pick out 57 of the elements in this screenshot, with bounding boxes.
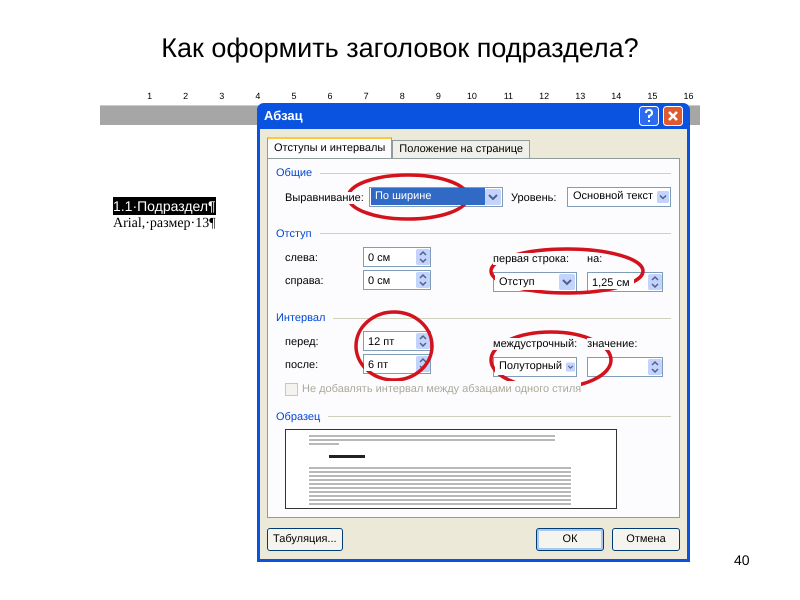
dropdown-field[interactable]: Отступ [493, 272, 577, 292]
ruler-number: 11 [502, 92, 514, 101]
ruler-number: 3 [218, 92, 224, 101]
dialog-title: Абзац [264, 107, 304, 126]
spinner-icon[interactable] [648, 358, 662, 374]
ruler-number: 2 [182, 92, 188, 101]
ruler-number: 8 [398, 92, 405, 101]
section-heading: Образец [276, 410, 320, 424]
ruler-number: 10 [466, 92, 477, 101]
chevron-down-icon[interactable] [657, 188, 669, 204]
page-number: 40 [734, 551, 750, 570]
dropdown-field[interactable]: Основной текст [567, 186, 671, 206]
ruler-number: 13 [574, 92, 586, 101]
ruler-number: 6 [326, 92, 333, 101]
document-line: Arial,·размер·13¶ [113, 215, 216, 233]
chevron-down-icon[interactable] [559, 274, 575, 290]
dialog-button[interactable]: ОК [536, 528, 604, 551]
field-label: междустрочный: [493, 338, 578, 350]
dropdown-field[interactable]: Полуторный [493, 356, 577, 376]
spinner-icon[interactable] [648, 274, 662, 290]
dialog-button[interactable]: Отмена [612, 528, 680, 551]
section-heading: Отступ [276, 226, 312, 242]
tab[interactable]: Положение на странице [392, 140, 530, 158]
spin-field[interactable]: 1,25 см [587, 272, 663, 292]
tab[interactable]: Отступы и интервалы [267, 137, 392, 158]
field-label: Выравнивание: [285, 192, 364, 204]
ruler-number: 15 [646, 92, 658, 101]
ruler-number: 5 [290, 92, 296, 101]
spinner-icon[interactable] [416, 248, 430, 264]
spin-field[interactable]: 0 см [363, 246, 431, 266]
field-label: после: [285, 359, 318, 371]
ruler-number: 12 [538, 92, 550, 101]
ruler-number: 4 [254, 92, 260, 101]
dropdown-field[interactable]: По ширине [369, 186, 503, 206]
close-icon[interactable] [663, 106, 683, 126]
spin-field[interactable] [587, 356, 664, 376]
spin-field[interactable]: 6 пт [363, 354, 431, 374]
field-label: Уровень: [511, 192, 556, 204]
field-label: первая строка: [493, 253, 570, 265]
spinner-icon[interactable] [416, 333, 430, 349]
spin-field[interactable]: 12 пт [363, 331, 431, 351]
field-label: значение: [587, 338, 638, 350]
help-icon[interactable] [639, 106, 659, 126]
spin-field[interactable]: 0 см [363, 270, 431, 290]
field-label: перед: [285, 336, 319, 348]
ruler-number: 7 [362, 92, 369, 101]
spinner-icon[interactable] [416, 272, 430, 288]
ruler-number: 9 [434, 92, 441, 101]
section-heading: Общие [276, 166, 312, 181]
section-heading: Интервал [276, 311, 326, 326]
slide-title: Как оформить заголовок подраздела? [160, 32, 640, 65]
ruler-number: 14 [610, 92, 622, 101]
ruler-number: 1 [146, 92, 152, 101]
chevron-down-icon[interactable] [485, 188, 501, 204]
field-label: на: [587, 253, 602, 265]
dialog-button[interactable]: Табуляция... [267, 528, 343, 551]
ruler-number: 16 [682, 92, 694, 101]
